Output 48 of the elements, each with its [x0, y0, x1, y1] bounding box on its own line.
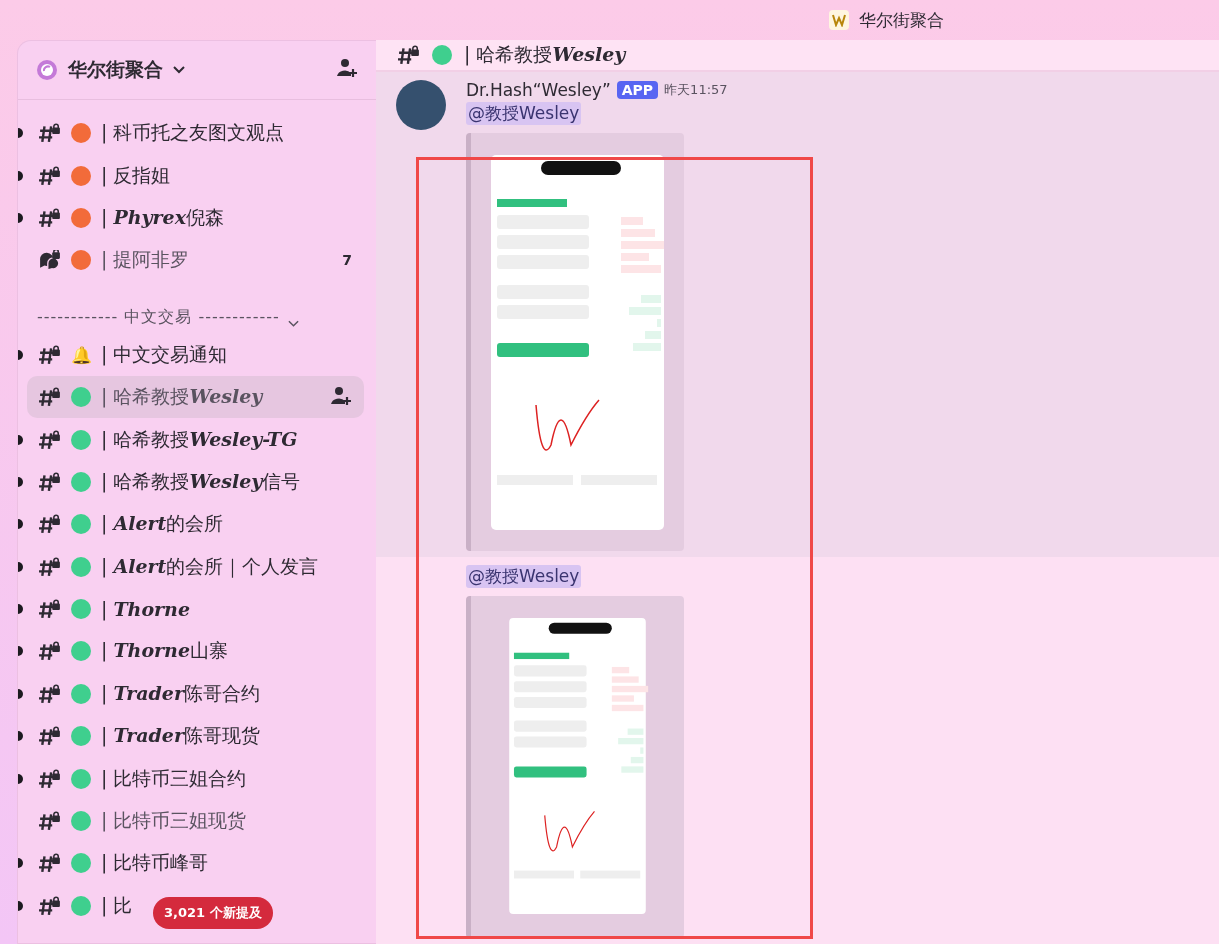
- channel-name: | 比特币三姐现货: [101, 808, 247, 834]
- channel-name: | 比: [101, 892, 133, 919]
- category-header[interactable]: ------------ 中文交易 ------------: [37, 306, 280, 328]
- channel-name: | Alert的会所: [101, 511, 224, 537]
- server-name[interactable]: 华尔街聚合: [68, 57, 163, 83]
- channel-name: | Alert的会所｜个人发言: [101, 553, 319, 580]
- channel-item[interactable]: | Trader陈哥现货: [27, 715, 268, 758]
- channel-name: | 科币托之友图文观点: [101, 120, 285, 146]
- channel-count: 7: [342, 252, 352, 269]
- channel-item[interactable]: | 比特币三姐合约: [27, 757, 255, 800]
- channel-name: | 提阿非罗: [101, 247, 190, 273]
- channel-item[interactable]: | 提阿非罗 7: [27, 239, 364, 282]
- channel-item[interactable]: | 哈希教授Wesley信号: [27, 460, 309, 504]
- channel-name: | Thorne山寨: [101, 638, 228, 664]
- bell-icon: 🔔: [71, 344, 91, 365]
- channel-name: | Trader陈哥现货: [101, 723, 260, 749]
- channel-item[interactable]: 🔔 | 中文交易通知: [27, 333, 236, 376]
- window-title: 华尔街聚合: [859, 8, 944, 32]
- app-badge: APP: [616, 81, 659, 99]
- channel-item[interactable]: | Thorne山寨: [27, 630, 236, 673]
- channel-item[interactable]: | Alert的会所｜个人发言: [27, 545, 327, 588]
- channel-item[interactable]: | 反指姐: [27, 154, 179, 197]
- channel-name: | 反指姐: [101, 162, 171, 189]
- channel-item[interactable]: | 哈希教授Wesley: [27, 375, 364, 419]
- channel-name: | Phyrex倪森: [101, 204, 225, 231]
- timestamp: 昨天11:57: [664, 81, 728, 99]
- mentions-pill[interactable]: 3,021 个新提及: [153, 897, 273, 929]
- channel-item[interactable]: | 哈希教授Wesley-TG: [27, 418, 306, 461]
- mention[interactable]: @教授Wesley: [466, 102, 582, 125]
- author-name[interactable]: Dr.Hash“Wesley”: [466, 80, 611, 100]
- channel-item[interactable]: | 比: [27, 884, 141, 928]
- channel-name: | Thorne: [101, 598, 190, 621]
- channel-name: | 中文交易通知: [101, 341, 228, 368]
- channel-name: | 哈希教授Wesley: [101, 384, 263, 410]
- channel-item[interactable]: | 比特币三姐现货: [27, 799, 255, 843]
- channel-item[interactable]: | 比特币峰哥: [27, 842, 217, 885]
- mention[interactable]: @教授Wesley: [466, 565, 582, 588]
- channel-name: | 哈希教授Wesley-TG: [101, 426, 298, 453]
- channel-item[interactable]: | Alert的会所: [27, 503, 232, 546]
- channel-name: | 哈希教授Wesley信号: [101, 468, 301, 495]
- channel-title: | 哈希教授Wesley: [464, 42, 626, 68]
- channel-item[interactable]: | Thorne: [27, 587, 198, 631]
- channel-item[interactable]: | Trader陈哥合约: [27, 672, 268, 716]
- channel-item[interactable]: | 科币托之友图文观点: [27, 112, 293, 155]
- channel-item[interactable]: | Phyrex倪森: [27, 196, 233, 240]
- channel-name: | 比特币峰哥: [101, 850, 209, 876]
- channel-name: | 比特币三姐合约: [101, 765, 247, 792]
- channel-name: | Trader陈哥合约: [101, 680, 260, 707]
